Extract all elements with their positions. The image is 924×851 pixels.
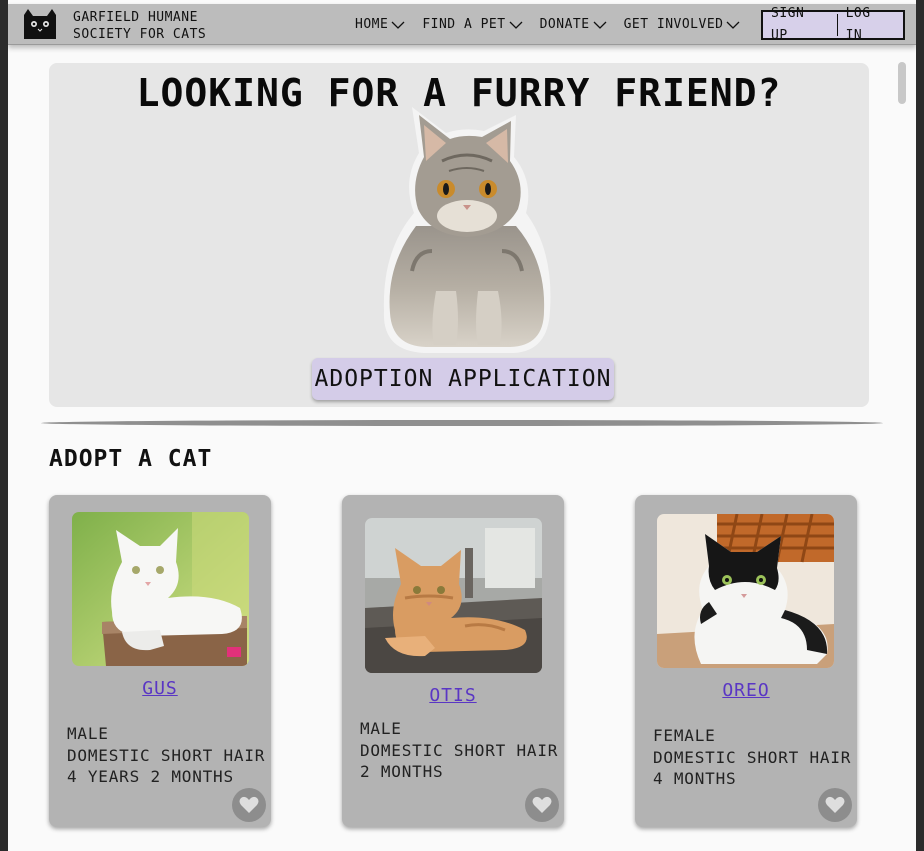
nav-find-a-pet-label: FIND A PET <box>422 17 506 32</box>
brand-line-1: GARFIELD HUMANE <box>73 10 198 25</box>
cat-sex: MALE <box>67 724 109 743</box>
nav-donate-label: DONATE <box>539 17 590 32</box>
main-nav: HOME FIND A PET DONATE GET INVOLVED <box>355 17 757 32</box>
white-cat-photo <box>72 512 249 666</box>
brand-name[interactable]: GARFIELD HUMANE SOCIETY FOR CATS <box>73 9 206 43</box>
cat-photo-gus[interactable] <box>72 512 249 666</box>
nav-donate[interactable]: DONATE <box>540 17 607 32</box>
brand-line-2: SOCIETY FOR CATS <box>73 27 207 42</box>
scrollbar[interactable] <box>897 60 907 840</box>
orange-kitten-photo <box>365 518 542 673</box>
log-in-button[interactable]: LOG IN <box>838 3 903 47</box>
chevron-down-icon <box>391 21 405 29</box>
scrollbar-thumb[interactable] <box>898 62 906 104</box>
cat-photo-otis[interactable] <box>365 518 542 673</box>
cat-name-link[interactable]: OTIS <box>342 685 564 706</box>
top-nav-bar: GARFIELD HUMANE SOCIETY FOR CATS HOME FI… <box>8 4 916 45</box>
cat-details: MALE DOMESTIC SHORT HAIR 4 YEARS 2 MONTH… <box>67 723 265 788</box>
hero-cat-image <box>383 107 551 353</box>
cat-card-oreo[interactable]: OREO FEMALE DOMESTIC SHORT HAIR 4 MONTHS <box>635 495 857 827</box>
heart-icon <box>532 796 552 813</box>
heart-icon <box>825 796 845 813</box>
nav-get-involved-label: GET INVOLVED <box>623 17 724 32</box>
adopt-a-cat-heading: ADOPT A CAT <box>49 446 213 472</box>
cat-card-gus[interactable]: GUS MALE DOMESTIC SHORT HAIR 4 YEARS 2 M… <box>49 495 271 827</box>
hero-banner: LOOKING FOR A FURRY FRIEND? ADOPTION APP… <box>49 63 869 407</box>
chevron-down-icon <box>727 21 740 29</box>
favorite-button[interactable] <box>818 788 852 822</box>
adoption-application-button[interactable]: ADOPTION APPLICATION <box>312 358 614 400</box>
cat-breed: DOMESTIC SHORT HAIR <box>67 745 266 765</box>
black-white-cat-photo <box>657 514 834 668</box>
cat-breed: DOMESTIC SHORT HAIR <box>360 740 559 760</box>
section-divider <box>41 420 883 426</box>
nav-home-label: HOME <box>355 17 389 32</box>
nav-find-a-pet[interactable]: FIND A PET <box>422 17 523 32</box>
sign-up-button[interactable]: SIGN UP <box>763 3 837 47</box>
cat-age: 4 YEARS 2 MONTHS <box>67 767 234 786</box>
favorite-button[interactable] <box>525 788 559 822</box>
cat-details: MALE DOMESTIC SHORT HAIR 2 MONTHS <box>360 718 558 783</box>
chevron-down-icon <box>593 21 607 29</box>
page: GARFIELD HUMANE SOCIETY FOR CATS HOME FI… <box>8 0 916 851</box>
cat-name-link[interactable]: OREO <box>635 680 857 701</box>
nav-get-involved[interactable]: GET INVOLVED <box>624 17 741 32</box>
cat-age: 2 MONTHS <box>360 762 444 781</box>
cat-card-otis[interactable]: OTIS MALE DOMESTIC SHORT HAIR 2 MONTHS <box>342 495 564 827</box>
favorite-button[interactable] <box>232 788 266 822</box>
cat-details: FEMALE DOMESTIC SHORT HAIR 4 MONTHS <box>653 725 851 790</box>
auth-buttons: SIGN UP LOG IN <box>761 6 905 43</box>
cat-age: 4 MONTHS <box>653 769 737 788</box>
cat-sex: FEMALE <box>653 726 716 745</box>
cat-name-link[interactable]: GUS <box>49 678 271 699</box>
cat-sex: MALE <box>360 719 402 738</box>
cat-photo-oreo[interactable] <box>657 514 834 668</box>
cat-logo-icon[interactable] <box>22 9 58 39</box>
cat-breed: DOMESTIC SHORT HAIR <box>653 747 852 767</box>
heart-icon <box>239 796 259 813</box>
nav-home[interactable]: HOME <box>355 17 405 32</box>
chevron-down-icon <box>509 21 523 29</box>
